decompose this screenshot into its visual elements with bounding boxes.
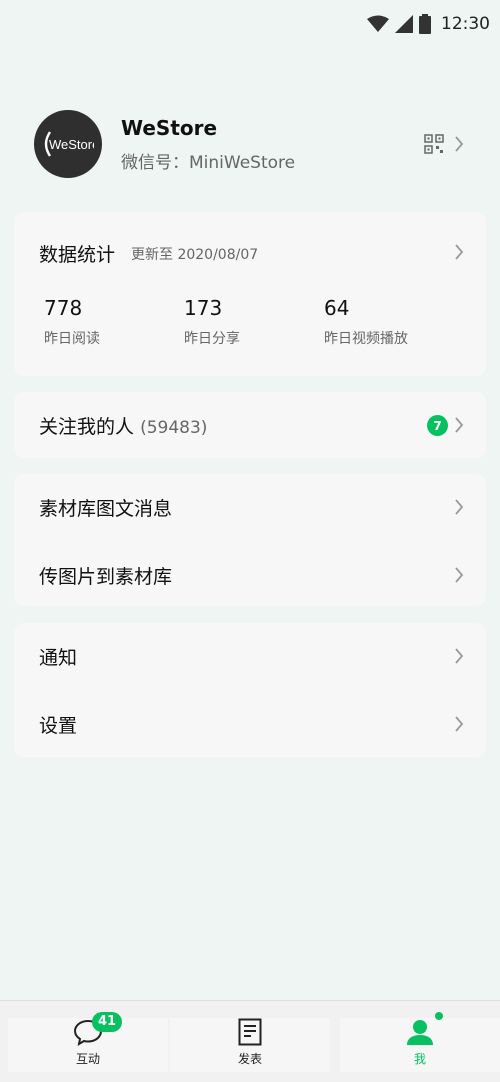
row-label: 传图片到素材库 [39,566,173,588]
tab-label: 互动 [75,1052,100,1066]
tab-bar: 41 互动 发表 我 [0,1000,500,1082]
stat-shares: 173 昨日分享 [184,296,240,348]
tab-interaction[interactable]: 41 互动 [8,1012,168,1072]
qr-code-icon[interactable] [424,134,444,154]
notifications-row[interactable]: 通知 [14,623,486,689]
stats-card[interactable]: 数据统计 更新至 2020/08/07 778 昨日阅读 173 昨日分享 64… [14,212,486,376]
stats-title: 数据统计 [39,244,116,266]
upload-images-row[interactable]: 传图片到素材库 [14,542,486,608]
profile-header[interactable]: WeStore WeStore 微信号：MiniWeStore [34,110,474,180]
followers-label: 关注我的人 (59483) [39,412,207,439]
status-bar: 12:30 [0,0,500,52]
signal-icon [395,15,413,33]
tab-me[interactable]: 我 [340,1012,500,1072]
chevron-right-icon [454,648,464,664]
chevron-right-icon [454,244,464,260]
stat-label: 昨日分享 [184,331,240,347]
stat-value: 64 [324,296,350,320]
settings-row[interactable]: 设置 [14,691,486,757]
wifi-icon [367,15,389,32]
followers-text: 关注我的人 [39,416,135,438]
followers-card[interactable]: 关注我的人 (59483) 7 [14,392,486,458]
material-articles-row[interactable]: 素材库图文消息 [14,474,486,540]
status-icons: 12:30 [367,14,490,34]
tab-badge: 41 [92,1012,123,1032]
stat-reads: 778 昨日阅读 [44,296,100,348]
stats-updated: 更新至 2020/08/07 [131,247,259,263]
stat-label: 昨日阅读 [44,331,100,347]
wechat-id: 微信号：MiniWeStore [121,153,296,173]
avatar[interactable]: WeStore [34,110,102,178]
chevron-right-icon [454,716,464,732]
westore-logo: WeStore [44,131,94,157]
profile-name: WeStore [121,116,218,140]
followers-count: (59483) [140,418,208,438]
chevron-right-icon [454,567,464,583]
chevron-right-icon [454,499,464,515]
chevron-right-icon [454,136,464,152]
stat-value: 173 [184,296,223,320]
settings-card: 通知 设置 [14,623,486,757]
material-card: 素材库图文消息 传图片到素材库 [14,474,486,606]
tab-label: 我 [413,1052,426,1066]
person-icon [407,1020,433,1045]
row-label: 素材库图文消息 [39,498,173,520]
row-label: 通知 [39,647,78,669]
stat-video-plays: 64 昨日视频播放 [324,296,408,348]
stat-value: 778 [44,296,83,320]
battery-icon [419,14,431,34]
document-icon [238,1018,262,1046]
status-time: 12:30 [441,14,490,34]
tab-label: 发表 [237,1052,262,1066]
stat-label: 昨日视频播放 [324,331,408,347]
row-label: 设置 [39,715,78,737]
tab-publish[interactable]: 发表 [170,1018,330,1072]
chevron-right-icon [454,417,464,433]
logo-text: WeStore [49,137,94,152]
followers-badge: 7 [427,415,448,436]
tab-dot [435,1012,443,1020]
followers-row[interactable]: 关注我的人 (59483) 7 [14,392,486,458]
